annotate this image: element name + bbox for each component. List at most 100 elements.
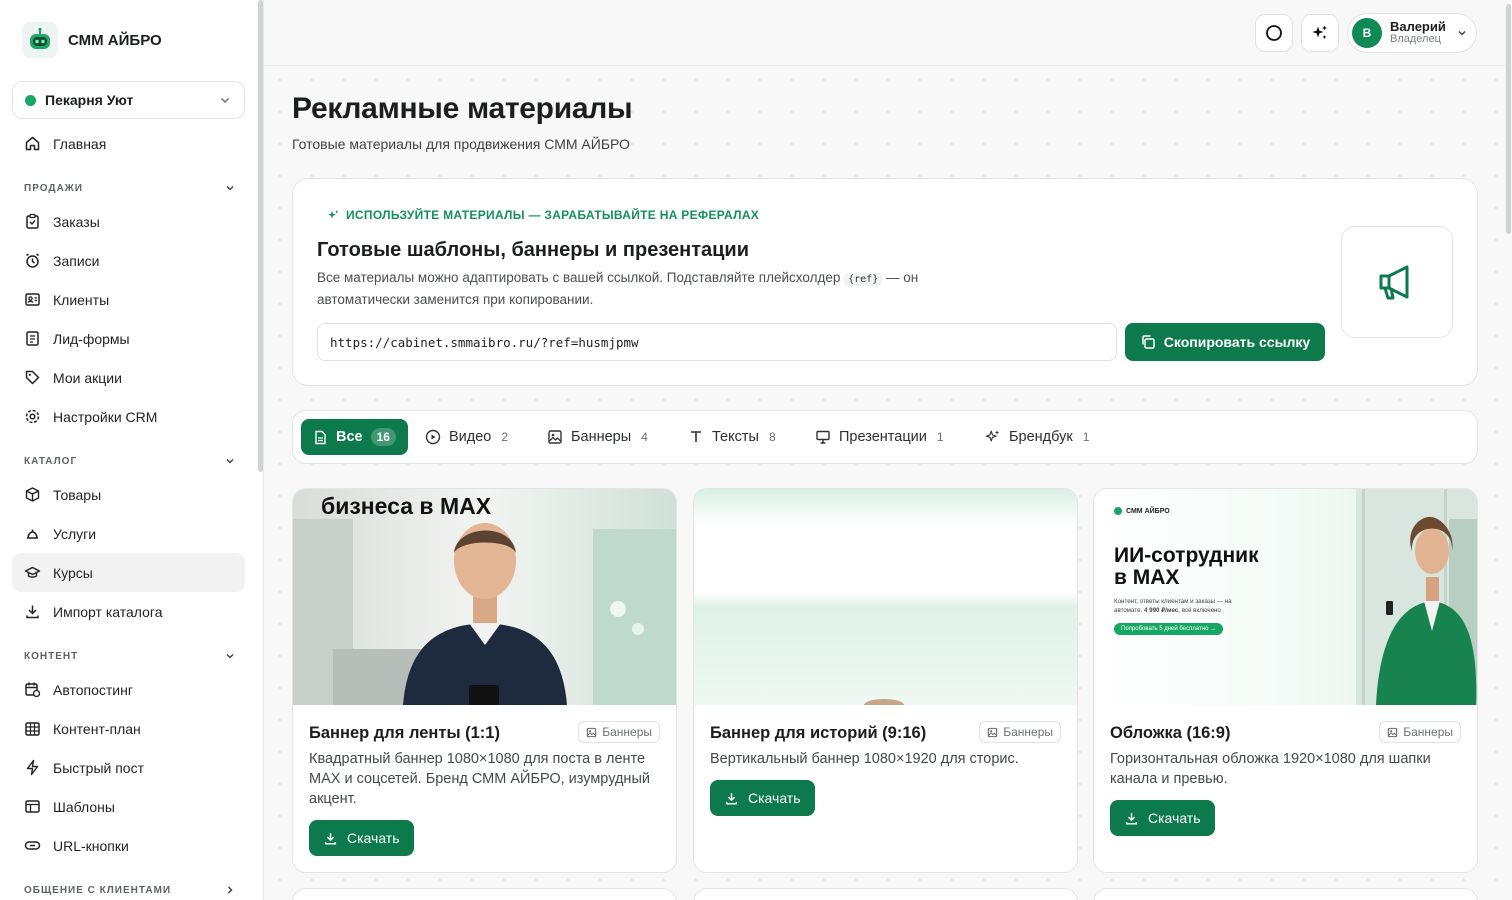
section-title: КАТАЛОГ — [24, 455, 78, 467]
tab-count: 4 — [641, 430, 648, 444]
sidebar-item-label: Записи — [53, 252, 100, 269]
section-title: ПРОДАЖИ — [24, 182, 83, 194]
sidebar-item-content-plan[interactable]: Контент-план — [12, 709, 245, 748]
contact-card-icon — [25, 293, 40, 306]
material-card-next-row — [693, 888, 1078, 900]
app-logo[interactable]: СММ АЙБРО — [22, 22, 162, 58]
main-content: В Валерий Владелец Рекламные материалы Г… — [264, 0, 1505, 900]
card-title: Обложка (16:9) — [1110, 724, 1231, 742]
tab-count: 16 — [370, 428, 396, 446]
sidebar-item-quick-post[interactable]: Быстрый пост — [12, 748, 245, 787]
section-communication-header[interactable]: ОБЩЕНИЕ С КЛИЕНТАМИ — [24, 884, 236, 896]
workspace-selector[interactable]: Пекарня Уют — [12, 81, 245, 119]
avatar: В — [1352, 18, 1382, 48]
chevron-down-icon — [220, 97, 230, 104]
sidebar-item-bookings[interactable]: Записи — [12, 241, 245, 280]
image-icon — [587, 727, 597, 737]
home-icon — [25, 136, 40, 151]
sidebar-item-crm-settings[interactable]: Настройки CRM — [12, 397, 245, 436]
tab-label: Все — [336, 429, 363, 445]
user-role: Владелец — [1390, 33, 1441, 45]
layout-template-icon — [25, 800, 40, 813]
section-content-header[interactable]: КОНТЕНТ — [24, 650, 236, 662]
sidebar-item-autoposting[interactable]: Автопостинг — [12, 670, 245, 709]
ai-assistant-button[interactable] — [1301, 14, 1339, 52]
chevron-down-icon — [226, 458, 234, 464]
sidebar-item-orders[interactable]: Заказы — [12, 202, 245, 241]
sidebar-item-catalog-import[interactable]: Импорт каталога — [12, 592, 245, 631]
tab-video[interactable]: Видео 2 — [413, 419, 520, 455]
card-category-label: Баннеры — [1003, 725, 1053, 739]
tab-all[interactable]: Все 16 — [301, 419, 408, 455]
copy-link-button[interactable]: Скопировать ссылку — [1125, 323, 1325, 361]
robot-logo-icon — [22, 22, 58, 58]
tag-icon — [25, 370, 40, 385]
referral-link-input[interactable] — [317, 323, 1117, 361]
sidebar-item-clients[interactable]: Клиенты — [12, 280, 245, 319]
sparkles-icon — [1312, 25, 1327, 39]
download-icon — [324, 832, 337, 844]
lightning-icon — [26, 759, 39, 776]
material-card: бизнеса в MAX Баннер для ленты (1:1) Бан… — [292, 488, 677, 873]
sidebar-item-label: Автопостинг — [53, 681, 133, 698]
copy-link-label: Скопировать ссылку — [1163, 334, 1311, 350]
sidebar-item-label: Шаблоны — [53, 798, 115, 815]
sidebar-item-home[interactable]: Главная — [12, 124, 245, 163]
clipboard-icon — [26, 213, 39, 229]
card-preview-image: бизнеса в MAX — [293, 489, 676, 705]
sidebar-item-label: Быстрый пост — [53, 759, 144, 776]
ref-placeholder-code: {ref} — [844, 273, 883, 286]
banner-text-line-2: автомате. — [1114, 607, 1143, 614]
download-button[interactable]: Скачать — [710, 780, 815, 816]
link-button-icon — [24, 841, 41, 850]
sidebar-item-courses[interactable]: Курсы — [12, 553, 245, 592]
card-category-label: Баннеры — [602, 725, 652, 739]
sidebar-scrollbar[interactable] — [258, 0, 263, 472]
tab-brandbook[interactable]: Брендбук 1 — [973, 419, 1101, 455]
sidebar-item-label: URL-кнопки — [53, 837, 129, 854]
circle-icon — [1266, 25, 1282, 41]
sidebar-item-label: Товары — [53, 486, 102, 503]
promo-eyebrow-text: ИСПОЛЬЗУЙТЕ МАТЕРИАЛЫ — ЗАРАБАТЫВАЙТЕ НА… — [346, 208, 760, 222]
tab-banners[interactable]: Баннеры 4 — [535, 419, 660, 455]
sidebar-item-label: Заказы — [53, 213, 100, 230]
sidebar-item-services[interactable]: Услуги — [12, 514, 245, 553]
sidebar-item-url-buttons[interactable]: URL-кнопки — [12, 826, 245, 865]
tab-count: 1 — [1082, 430, 1090, 444]
megaphone-icon — [1341, 226, 1453, 338]
download-label: Скачать — [748, 790, 801, 806]
tab-presentations[interactable]: Презентации 1 — [803, 419, 956, 455]
document-icon — [315, 430, 326, 444]
banner-cta-label: Попробовать 5 дней бесплатно → — [1121, 626, 1217, 632]
sidebar-item-label: Главная — [53, 135, 107, 152]
app-name: СММ АЙБРО — [68, 31, 162, 49]
graduation-cap-icon — [24, 566, 41, 578]
user-menu[interactable]: В Валерий Владелец — [1347, 13, 1477, 53]
card-category-badge: Баннеры — [979, 721, 1061, 743]
tab-label: Видео — [449, 429, 492, 445]
play-icon — [425, 429, 441, 445]
sidebar-item-templates[interactable]: Шаблоны — [12, 787, 245, 826]
workspace-name: Пекарня Уют — [45, 92, 134, 108]
main-scrollbar-thumb[interactable] — [1506, 4, 1511, 234]
download-button[interactable]: Скачать — [309, 820, 414, 856]
calendar-grid-icon — [25, 722, 40, 736]
section-catalog-header[interactable]: КАТАЛОГ — [24, 455, 236, 467]
sidebar-item-products[interactable]: Товары — [12, 475, 245, 514]
download-button[interactable]: Скачать — [1110, 800, 1215, 836]
card-description: Квадратный баннер 1080×1080 для поста в … — [309, 751, 650, 807]
user-info: Валерий Владелец — [1390, 20, 1446, 46]
section-title: ОБЩЕНИЕ С КЛИЕНТАМИ — [24, 884, 172, 896]
image-icon — [988, 727, 998, 737]
card-description: Горизонтальная обложка 1920×1080 для шап… — [1110, 751, 1431, 787]
sidebar: СММ АЙБРО Пекарня Уют Главная ПРОДАЖИ За… — [0, 0, 264, 900]
tab-texts[interactable]: Тексты 8 — [676, 419, 788, 455]
theme-toggle-button[interactable] — [1255, 14, 1293, 52]
main-scrollbar[interactable] — [1505, 0, 1512, 900]
sidebar-item-lead-forms[interactable]: Лид-формы — [12, 319, 245, 358]
section-sales-header[interactable]: ПРОДАЖИ — [24, 182, 236, 194]
sidebar-item-promotions[interactable]: Мои акции — [12, 358, 245, 397]
copy-icon — [1142, 335, 1155, 349]
chevron-down-icon — [1458, 30, 1466, 36]
promo-description: Все материалы можно адаптировать с вашей… — [317, 268, 977, 310]
